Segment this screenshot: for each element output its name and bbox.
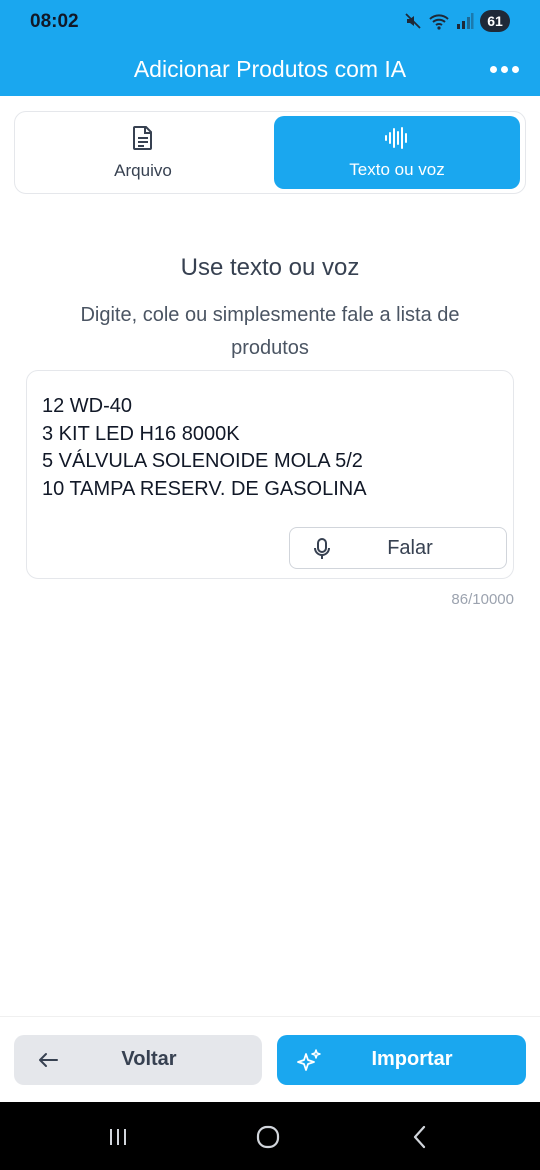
import-button[interactable]: Importar (277, 1035, 526, 1085)
product-text-input[interactable]: 12 WD-40 3 KIT LED H16 8000K 5 VÁLVULA S… (26, 370, 514, 579)
signal-icon (457, 13, 474, 29)
import-label: Importar (371, 1048, 453, 1070)
product-list-text[interactable]: 12 WD-40 3 KIT LED H16 8000K 5 VÁLVULA S… (42, 393, 502, 503)
section-title: Use texto ou voz (180, 254, 360, 281)
tab-label: Arquivo (114, 160, 172, 180)
system-nav-bar (0, 1102, 540, 1170)
recent-apps-icon[interactable] (100, 1122, 136, 1152)
section-subtitle: Digite, cole ou simplesmente fale a list… (80, 304, 460, 359)
speak-label: Falar (387, 537, 433, 559)
waveform-icon (385, 126, 407, 149)
status-bar: 08:02 61 (0, 0, 540, 44)
footer-divider (0, 1016, 540, 1017)
status-time: 08:02 (30, 11, 79, 32)
back-nav-icon[interactable] (402, 1122, 438, 1152)
wifi-icon (429, 14, 449, 30)
page-title: Adicionar Produtos com IA (133, 56, 407, 82)
speak-button[interactable]: Falar (289, 527, 507, 569)
battery-indicator: 61 (480, 10, 510, 32)
app-bar: Adicionar Produtos com IA (0, 44, 540, 96)
home-icon[interactable] (250, 1122, 286, 1152)
tab-texto-ou-voz[interactable]: Texto ou voz (274, 116, 520, 189)
character-count: 86/10000 (451, 591, 514, 608)
mute-icon (405, 13, 421, 29)
back-button[interactable]: Voltar (14, 1035, 262, 1085)
tab-arquivo[interactable]: Arquivo (20, 116, 266, 189)
document-icon (133, 125, 152, 150)
more-options-icon[interactable] (484, 54, 524, 84)
back-label: Voltar (121, 1048, 177, 1070)
tab-label: Texto ou voz (349, 159, 445, 179)
input-mode-tabs: Arquivo Texto ou voz (14, 111, 526, 194)
status-icons: 61 (404, 10, 510, 32)
